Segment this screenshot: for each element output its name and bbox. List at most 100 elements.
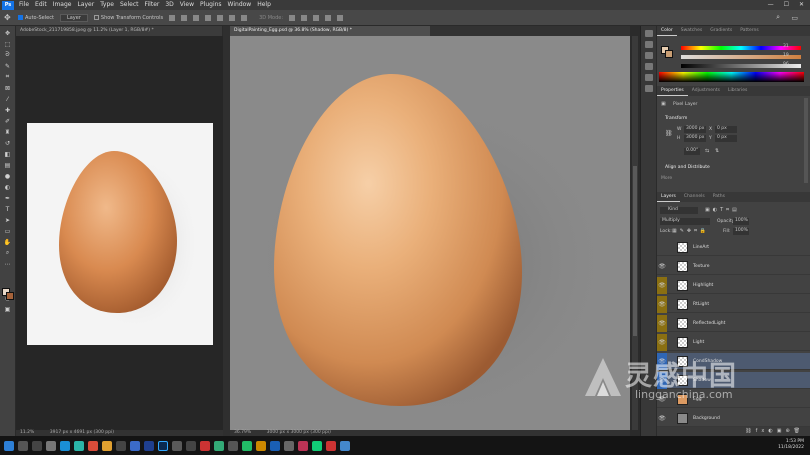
app-icon-19[interactable] (340, 440, 350, 451)
app-icon-12[interactable] (242, 440, 252, 451)
app-icon-6[interactable] (144, 440, 154, 451)
share-icon[interactable]: ▭ (791, 14, 798, 22)
flip-vertical-icon[interactable]: ⇅ (715, 148, 719, 154)
blend-mode-select[interactable]: Multiply (660, 218, 710, 225)
healing-brush-tool-icon[interactable]: ✚ (3, 106, 13, 114)
transform-checkbox[interactable] (93, 14, 99, 20)
app-icon-2[interactable] (74, 440, 84, 451)
menu-type[interactable]: Type (97, 0, 117, 10)
more-options-icon[interactable] (241, 14, 248, 21)
eyedropper-tool-icon[interactable]: ⁄ (3, 95, 13, 103)
menu-image[interactable]: Image (50, 0, 75, 10)
main-document-canvas[interactable] (230, 36, 630, 431)
dodge-tool-icon[interactable]: ◐ (3, 183, 13, 191)
eraser-tool-icon[interactable]: ◧ (3, 150, 13, 158)
menu-file[interactable]: File (16, 0, 32, 10)
move-tool-icon[interactable]: ✥ (4, 13, 11, 22)
visibility-eye-icon[interactable]: 👁 (657, 277, 667, 294)
frame-tool-icon[interactable]: ⊠ (3, 84, 13, 92)
character-icon[interactable] (644, 74, 653, 81)
properties-scrollbar[interactable] (804, 98, 808, 183)
hand-tool-icon[interactable]: ✋ (3, 238, 13, 246)
app-icon-1[interactable] (46, 440, 56, 451)
zoom-tool-icon[interactable]: ⌕ (3, 249, 13, 257)
clone-stamp-tool-icon[interactable]: ♜ (3, 128, 13, 136)
more-link[interactable]: More (661, 176, 672, 181)
task-view-icon[interactable] (32, 440, 42, 451)
layer-filter-kind[interactable]: Kind (660, 207, 698, 214)
lock-icons[interactable]: ▦✎✥⌗🔒 (672, 228, 709, 234)
chrome-icon[interactable] (88, 440, 98, 451)
main-zoom-value[interactable]: 36.79% (234, 430, 251, 435)
link-icon[interactable]: ⛓ (665, 130, 673, 137)
auto-select-checkbox[interactable] (18, 14, 23, 20)
fill-input[interactable]: 100% (733, 228, 749, 235)
align-distribute-heading[interactable]: Align and Distribute (665, 165, 710, 170)
background-swatch[interactable] (665, 50, 673, 58)
app-icon-16[interactable] (298, 440, 308, 451)
y-input[interactable]: 0 px (715, 135, 737, 142)
transform-heading[interactable]: Transform (665, 116, 687, 121)
layer-row[interactable]: LineArt (657, 239, 810, 256)
maximize-icon[interactable]: ☐ (784, 0, 789, 10)
gradient-tool-icon[interactable]: ▤ (3, 161, 13, 169)
width-input[interactable]: 3000 px (684, 126, 706, 133)
app-icon-17[interactable] (312, 440, 322, 451)
start-icon[interactable] (4, 440, 14, 451)
tab-swatches[interactable]: Swatches (677, 26, 707, 36)
menu-plugins[interactable]: Plugins (197, 0, 225, 10)
brush-settings-icon[interactable] (644, 63, 653, 70)
history-brush-tool-icon[interactable]: ↺ (3, 139, 13, 147)
color-spectrum[interactable] (659, 72, 804, 82)
menu-3d[interactable]: 3D (162, 0, 176, 10)
tab-adjustments[interactable]: Adjustments (688, 86, 724, 96)
doc-tab-stock[interactable]: AdobeStock_211719858.jpeg @ 11.2% (Layer… (16, 26, 222, 36)
app-icon-15[interactable] (284, 440, 294, 451)
menu-help[interactable]: Help (254, 0, 274, 10)
app-icon-10[interactable] (214, 440, 224, 451)
app-icon-3[interactable] (102, 440, 112, 451)
edge-icon[interactable] (60, 440, 70, 451)
layer-row[interactable]: 👁 Background (657, 410, 810, 427)
align-left-icon[interactable] (169, 14, 176, 21)
visibility-eye-icon[interactable]: 👁 (657, 334, 667, 351)
blur-tool-icon[interactable]: ● (3, 172, 13, 180)
shape-tool-icon[interactable]: ▭ (3, 227, 13, 235)
actions-icon[interactable] (644, 41, 653, 48)
paragraph-icon[interactable] (644, 85, 653, 92)
visibility-eye-icon[interactable]: 👁 (657, 315, 667, 332)
layers-footer-buttons[interactable]: ⛓fx◐▣⊕🗑 (657, 427, 810, 436)
hue-value[interactable]: 31 (783, 44, 789, 49)
search-icon[interactable]: ⌕ (776, 13, 780, 22)
brightness-value[interactable]: 96 (783, 62, 789, 67)
tab-layers[interactable]: Layers (657, 192, 680, 202)
screen-mode-icon[interactable]: ▣ (3, 305, 13, 313)
menu-view[interactable]: View (177, 0, 197, 10)
layer-filter-icons[interactable]: ▣◐T⌗▤ (705, 207, 740, 213)
background-color-swatch[interactable] (6, 292, 14, 300)
align-middle-icon[interactable] (217, 14, 224, 21)
opacity-input[interactable]: 100% (733, 218, 749, 225)
menu-filter[interactable]: Filter (142, 0, 163, 10)
pen-tool-icon[interactable]: ✒ (3, 194, 13, 202)
visibility-eye-icon[interactable] (657, 239, 667, 256)
lasso-tool-icon[interactable]: ᘐ (3, 51, 13, 59)
photoshop-taskbar-icon[interactable] (158, 440, 168, 451)
menu-window[interactable]: Window (225, 0, 255, 10)
3d-slide-icon[interactable] (313, 14, 320, 21)
auto-select-dropdown[interactable]: Layer (59, 13, 88, 22)
app-icon-11[interactable] (228, 440, 238, 451)
tab-properties[interactable]: Properties (657, 86, 688, 96)
app-icon-7[interactable] (172, 440, 182, 451)
align-bottom-icon[interactable] (229, 14, 236, 21)
3d-pan-icon[interactable] (301, 14, 308, 21)
app-icon-5[interactable] (130, 440, 140, 451)
crop-tool-icon[interactable]: ⌗ (3, 73, 13, 81)
app-icon-8[interactable] (186, 440, 196, 451)
saturation-value[interactable]: 19 (783, 53, 789, 58)
app-icon-14[interactable] (270, 440, 280, 451)
3d-scale-icon[interactable] (325, 14, 332, 21)
flip-horizontal-icon[interactable]: ⇆ (705, 148, 709, 154)
app-icon-9[interactable] (200, 440, 210, 451)
tab-channels[interactable]: Channels (680, 192, 709, 202)
